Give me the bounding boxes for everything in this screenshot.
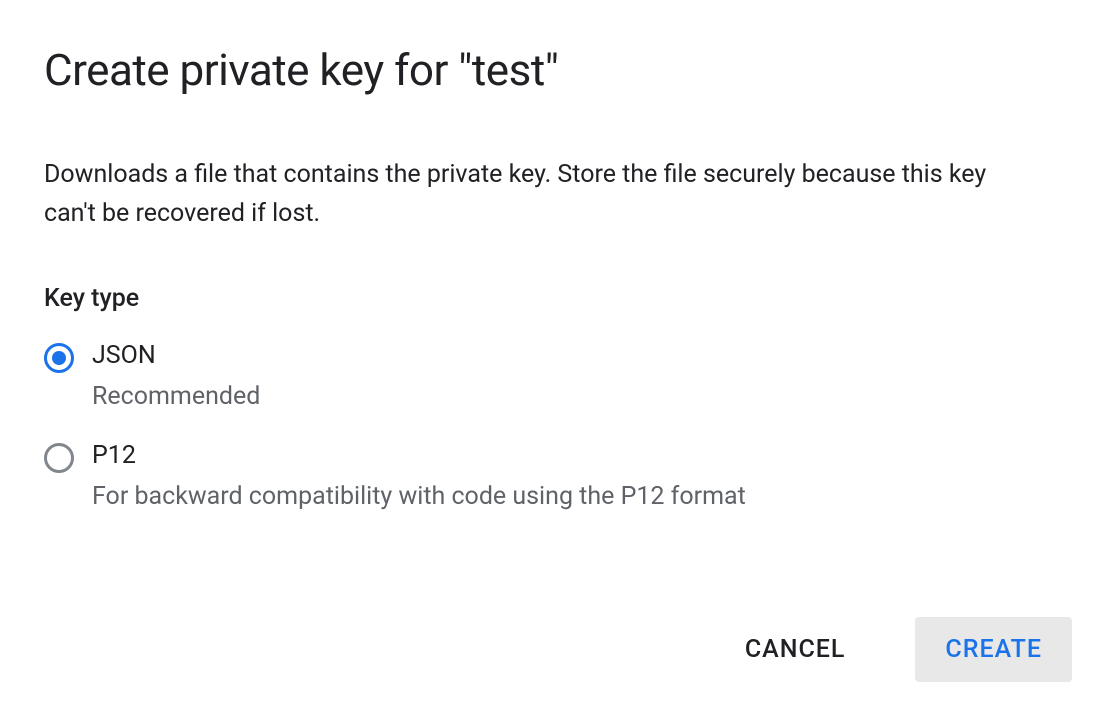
radio-label-json: JSON <box>92 341 260 370</box>
radio-sublabel-p12: For backward compatibility with code usi… <box>92 482 746 511</box>
dialog-description: Downloads a file that contains the priva… <box>44 156 1044 234</box>
radio-option-p12[interactable]: P12 For backward compatibility with code… <box>44 441 1072 511</box>
create-private-key-dialog: Create private key for "test" Downloads … <box>0 0 1116 714</box>
radio-content: JSON Recommended <box>92 341 260 411</box>
radio-selected-icon <box>44 343 74 373</box>
dialog-title: Create private key for "test" <box>44 44 1072 96</box>
radio-sublabel-json: Recommended <box>92 382 260 411</box>
create-button[interactable]: CREATE <box>915 617 1072 682</box>
radio-unselected-icon <box>44 443 74 473</box>
dialog-actions: CANCEL CREATE <box>44 617 1072 682</box>
cancel-button[interactable]: CANCEL <box>715 617 876 682</box>
radio-label-p12: P12 <box>92 441 746 470</box>
radio-option-json[interactable]: JSON Recommended <box>44 341 1072 411</box>
key-type-radio-group: JSON Recommended P12 For backward compat… <box>44 341 1072 511</box>
radio-content: P12 For backward compatibility with code… <box>92 441 746 511</box>
key-type-label: Key type <box>44 284 1072 313</box>
